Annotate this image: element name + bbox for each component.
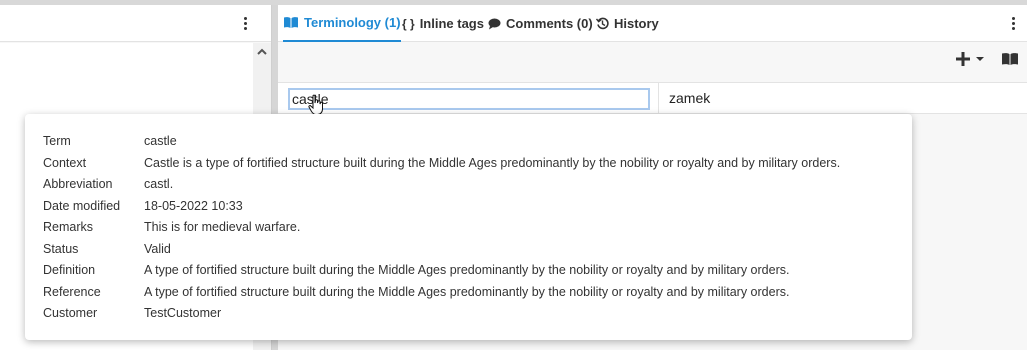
braces-icon: { } [402, 16, 415, 31]
detail-label: Date modified [43, 199, 121, 213]
term-details-tooltip: Term castle Context Castle is a type of … [25, 114, 912, 340]
book-open-icon [283, 16, 299, 29]
right-more-options-icon[interactable] [1007, 16, 1019, 32]
tab-terminology-label: Terminology (1) [304, 15, 401, 30]
detail-label: Context [43, 156, 87, 170]
detail-label: Term [43, 134, 71, 148]
comment-icon [488, 18, 501, 30]
detail-value: Castle is a type of fortified structure … [144, 156, 841, 170]
tab-history[interactable]: History [596, 5, 659, 42]
detail-label: Remarks [43, 220, 94, 234]
detail-value: castl. [144, 177, 174, 191]
hand-cursor-icon [308, 94, 323, 115]
tab-history-label: History [614, 16, 659, 31]
detail-label: Status [43, 242, 79, 256]
plus-icon [956, 52, 970, 66]
detail-value: TestCustomer [144, 306, 222, 320]
tab-bar: Terminology (1) { } Inline tags Comments… [278, 5, 1027, 42]
cell-divider [658, 83, 659, 113]
tab-comments[interactable]: Comments (0) [488, 5, 593, 42]
detail-label: Reference [43, 285, 101, 299]
detail-value: Valid [144, 242, 171, 256]
target-term-cell[interactable]: zamek [669, 90, 710, 106]
term-row[interactable]: castle zamek [278, 82, 1027, 115]
source-term-cell[interactable]: castle [288, 88, 650, 110]
history-icon [596, 17, 609, 30]
tab-inline-tags-label: Inline tags [419, 16, 484, 31]
tab-inline-tags[interactable]: { } Inline tags [402, 5, 484, 42]
tab-terminology[interactable]: Terminology (1) [283, 5, 401, 42]
left-more-options-icon[interactable] [239, 16, 251, 32]
left-panel-header [0, 5, 271, 42]
detail-label: Definition [43, 263, 96, 277]
caret-down-icon [976, 57, 984, 61]
add-term-button[interactable] [956, 52, 985, 66]
detail-value: A type of fortified structure built duri… [144, 263, 790, 277]
detail-value: 18-05-2022 10:33 [144, 199, 243, 213]
detail-label: Customer [43, 306, 98, 320]
detail-value: A type of fortified structure built duri… [144, 285, 790, 299]
terminology-toolbar [278, 42, 1027, 82]
detail-value: This is for medieval warfare. [144, 220, 301, 234]
termbase-button[interactable] [1001, 52, 1019, 66]
detail-label: Abbreviation [43, 177, 113, 191]
tab-comments-label: Comments (0) [506, 16, 593, 31]
detail-value: castle [144, 134, 177, 148]
scroll-up-icon[interactable] [256, 47, 268, 57]
book-icon [1002, 53, 1018, 65]
